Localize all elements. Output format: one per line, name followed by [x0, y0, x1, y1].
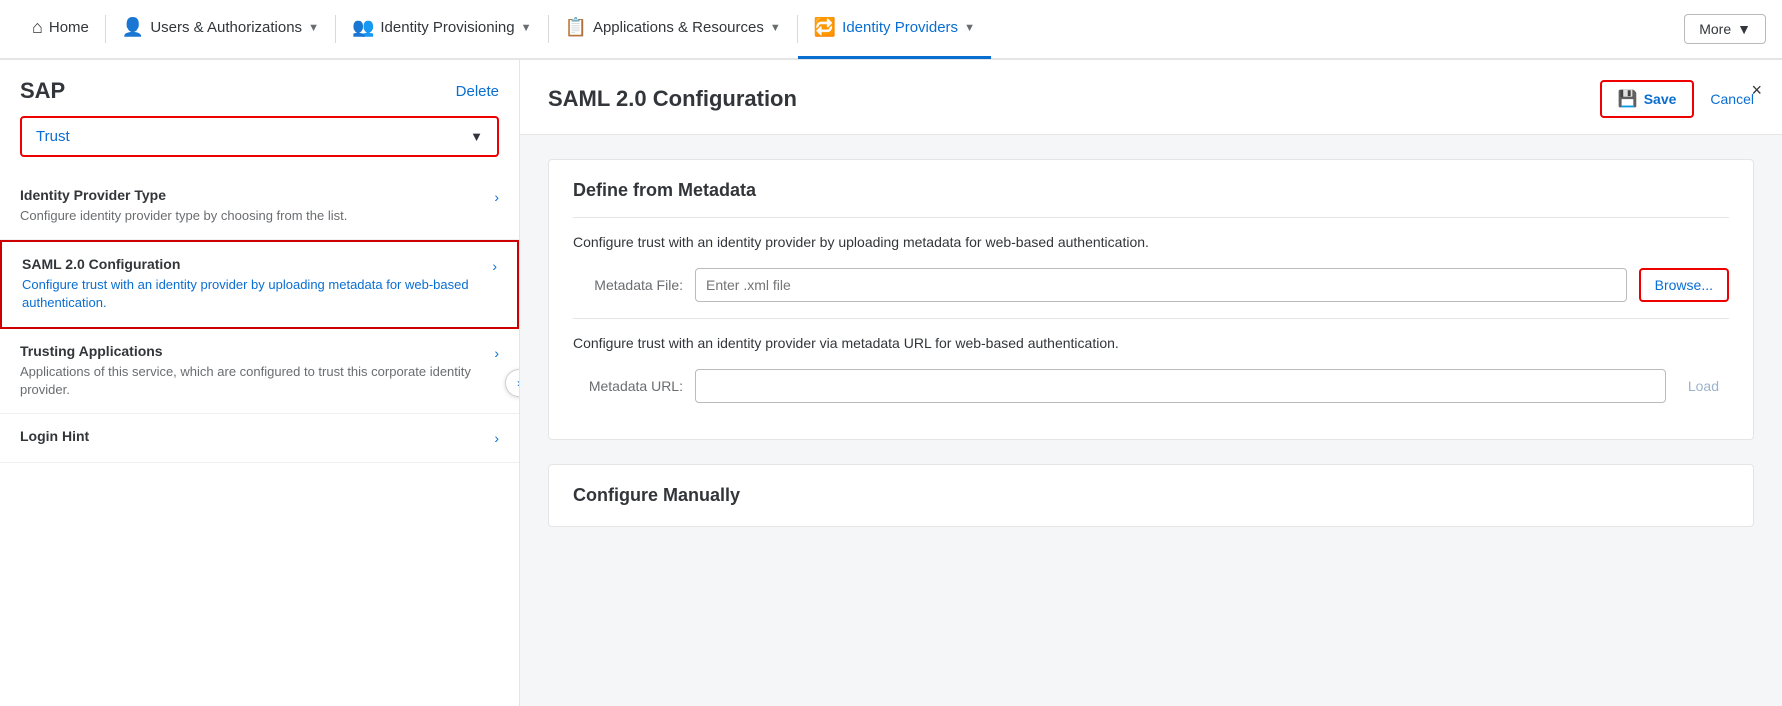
metadata-divider-1 — [573, 217, 1729, 218]
more-chevron-icon: ▼ — [1737, 21, 1751, 37]
identity-providers-icon: 🔁 — [814, 17, 836, 38]
metadata-file-desc: Configure trust with an identity provide… — [573, 234, 1729, 250]
cancel-button[interactable]: Cancel — [1710, 91, 1754, 107]
metadata-file-row: Metadata File: Browse... — [573, 268, 1729, 302]
sidebar-header: SAP Delete — [0, 60, 519, 116]
metadata-url-desc: Configure trust with an identity provide… — [573, 335, 1729, 351]
nav-identity-providers[interactable]: 🔁 Identity Providers ▼ — [798, 0, 991, 59]
trust-dropdown-label: Trust — [36, 128, 70, 145]
configure-manually-title: Configure Manually — [573, 485, 1729, 506]
browse-button[interactable]: Browse... — [1639, 268, 1729, 302]
save-label: Save — [1644, 91, 1677, 107]
provisioning-icon: 👥 — [352, 17, 374, 38]
trust-dropdown[interactable]: Trust ▼ — [20, 116, 499, 157]
menu-item-title-trusting-apps: Trusting Applications — [20, 343, 486, 359]
identity-providers-chevron-icon: ▼ — [964, 22, 975, 34]
menu-item-saml[interactable]: SAML 2.0 Configuration Configure trust w… — [0, 240, 519, 328]
nav-home-label: Home — [49, 19, 89, 36]
right-panel: SAML 2.0 Configuration 💾 Save Cancel × D… — [520, 60, 1782, 706]
menu-item-desc-idp-type: Configure identity provider type by choo… — [20, 207, 486, 225]
menu-item-chevron-trusting-apps: › — [494, 345, 499, 361]
sidebar-title: SAP — [20, 78, 65, 104]
nav-more-button[interactable]: More ▼ — [1684, 14, 1766, 44]
main-layout: SAP Delete Trust ▼ Identity Provider Typ… — [0, 60, 1782, 706]
menu-item-title-login-hint: Login Hint — [20, 428, 486, 444]
menu-item-login-hint[interactable]: Login Hint › — [0, 414, 519, 463]
top-navigation: ⌂ Home 👤 Users & Authorizations ▼ 👥 Iden… — [0, 0, 1782, 60]
panel-header: SAML 2.0 Configuration 💾 Save Cancel × — [520, 60, 1782, 135]
close-button[interactable]: × — [1751, 80, 1762, 101]
metadata-url-label: Metadata URL: — [573, 378, 683, 394]
save-icon: 💾 — [1618, 89, 1638, 109]
provisioning-chevron-icon: ▼ — [521, 22, 532, 34]
delete-button[interactable]: Delete — [456, 83, 499, 100]
trust-chevron-icon: ▼ — [470, 129, 483, 144]
save-button[interactable]: 💾 Save — [1600, 80, 1695, 118]
metadata-url-row: Metadata URL: Load — [573, 369, 1729, 403]
panel-actions: 💾 Save Cancel — [1600, 80, 1754, 118]
users-chevron-icon: ▼ — [308, 22, 319, 34]
nav-users-label: Users & Authorizations — [150, 19, 302, 36]
nav-identity-providers-label: Identity Providers — [842, 19, 958, 36]
load-button[interactable]: Load — [1678, 371, 1729, 401]
menu-item-desc-trusting-apps: Applications of this service, which are … — [20, 363, 486, 399]
nav-users[interactable]: 👤 Users & Authorizations ▼ — [106, 0, 335, 59]
define-from-metadata-section: Define from Metadata Configure trust wit… — [548, 159, 1754, 440]
menu-item-chevron-login-hint: › — [494, 430, 499, 446]
metadata-url-input[interactable] — [695, 369, 1666, 403]
sidebar: SAP Delete Trust ▼ Identity Provider Typ… — [0, 60, 520, 706]
home-icon: ⌂ — [32, 17, 43, 38]
menu-item-chevron-saml: › — [492, 258, 497, 274]
menu-item-idp-type[interactable]: Identity Provider Type Configure identit… — [0, 173, 519, 240]
menu-item-trusting-apps[interactable]: Trusting Applications Applications of th… — [0, 329, 519, 414]
panel-content: Define from Metadata Configure trust wit… — [520, 135, 1782, 551]
metadata-file-input[interactable] — [695, 268, 1627, 302]
metadata-file-label: Metadata File: — [573, 277, 683, 293]
menu-item-title-idp-type: Identity Provider Type — [20, 187, 486, 203]
nav-more-label: More — [1699, 21, 1731, 37]
applications-chevron-icon: ▼ — [770, 22, 781, 34]
menu-item-chevron-idp-type: › — [494, 189, 499, 205]
menu-item-title-saml: SAML 2.0 Configuration — [22, 256, 484, 272]
users-icon: 👤 — [122, 17, 144, 38]
panel-title: SAML 2.0 Configuration — [548, 86, 797, 112]
define-metadata-title: Define from Metadata — [573, 180, 1729, 201]
applications-icon: 📋 — [565, 17, 587, 38]
metadata-divider-2 — [573, 318, 1729, 319]
configure-manually-section: Configure Manually — [548, 464, 1754, 527]
nav-applications[interactable]: 📋 Applications & Resources ▼ — [549, 0, 797, 59]
nav-provisioning-label: Identity Provisioning — [380, 19, 514, 36]
sidebar-menu: Identity Provider Type Configure identit… — [0, 173, 519, 706]
nav-provisioning[interactable]: 👥 Identity Provisioning ▼ — [336, 0, 548, 59]
menu-item-desc-saml: Configure trust with an identity provide… — [22, 276, 484, 312]
nav-home[interactable]: ⌂ Home — [16, 0, 105, 59]
nav-applications-label: Applications & Resources — [593, 19, 764, 36]
